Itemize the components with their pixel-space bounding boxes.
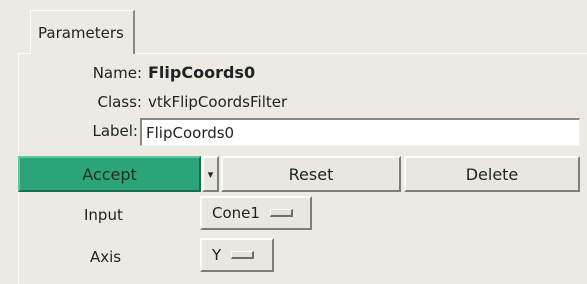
name-value: FlipCoords0	[148, 63, 256, 82]
reset-button[interactable]: Reset	[221, 156, 401, 192]
tab-parameters[interactable]: Parameters	[30, 10, 135, 54]
accept-options-button[interactable]: ▾	[202, 156, 219, 192]
label-input-value: FlipCoords0	[146, 123, 235, 142]
class-label: Class:	[97, 93, 142, 111]
reset-button-label: Reset	[288, 164, 334, 184]
menu-indicator-icon	[269, 209, 293, 217]
input-menu-value: Cone1	[212, 204, 260, 222]
accept-button[interactable]: Accept	[18, 156, 201, 192]
axis-label: Axis	[90, 248, 122, 266]
delete-button[interactable]: Delete	[404, 156, 580, 192]
delete-button-label: Delete	[465, 164, 519, 184]
class-value: vtkFlipCoordsFilter	[148, 93, 288, 111]
menu-indicator-icon	[231, 251, 255, 259]
label-label: Label:	[92, 122, 138, 140]
label-input[interactable]: FlipCoords0	[140, 118, 580, 146]
tab-parameters-label: Parameters	[38, 23, 124, 42]
chevron-down-icon: ▾	[207, 167, 214, 181]
input-label: Input	[84, 206, 123, 224]
axis-menu-button[interactable]: Y	[200, 238, 274, 272]
input-menu-button[interactable]: Cone1	[200, 196, 312, 230]
name-label: Name:	[92, 64, 142, 82]
axis-menu-value: Y	[212, 246, 222, 264]
accept-button-label: Accept	[82, 164, 137, 184]
